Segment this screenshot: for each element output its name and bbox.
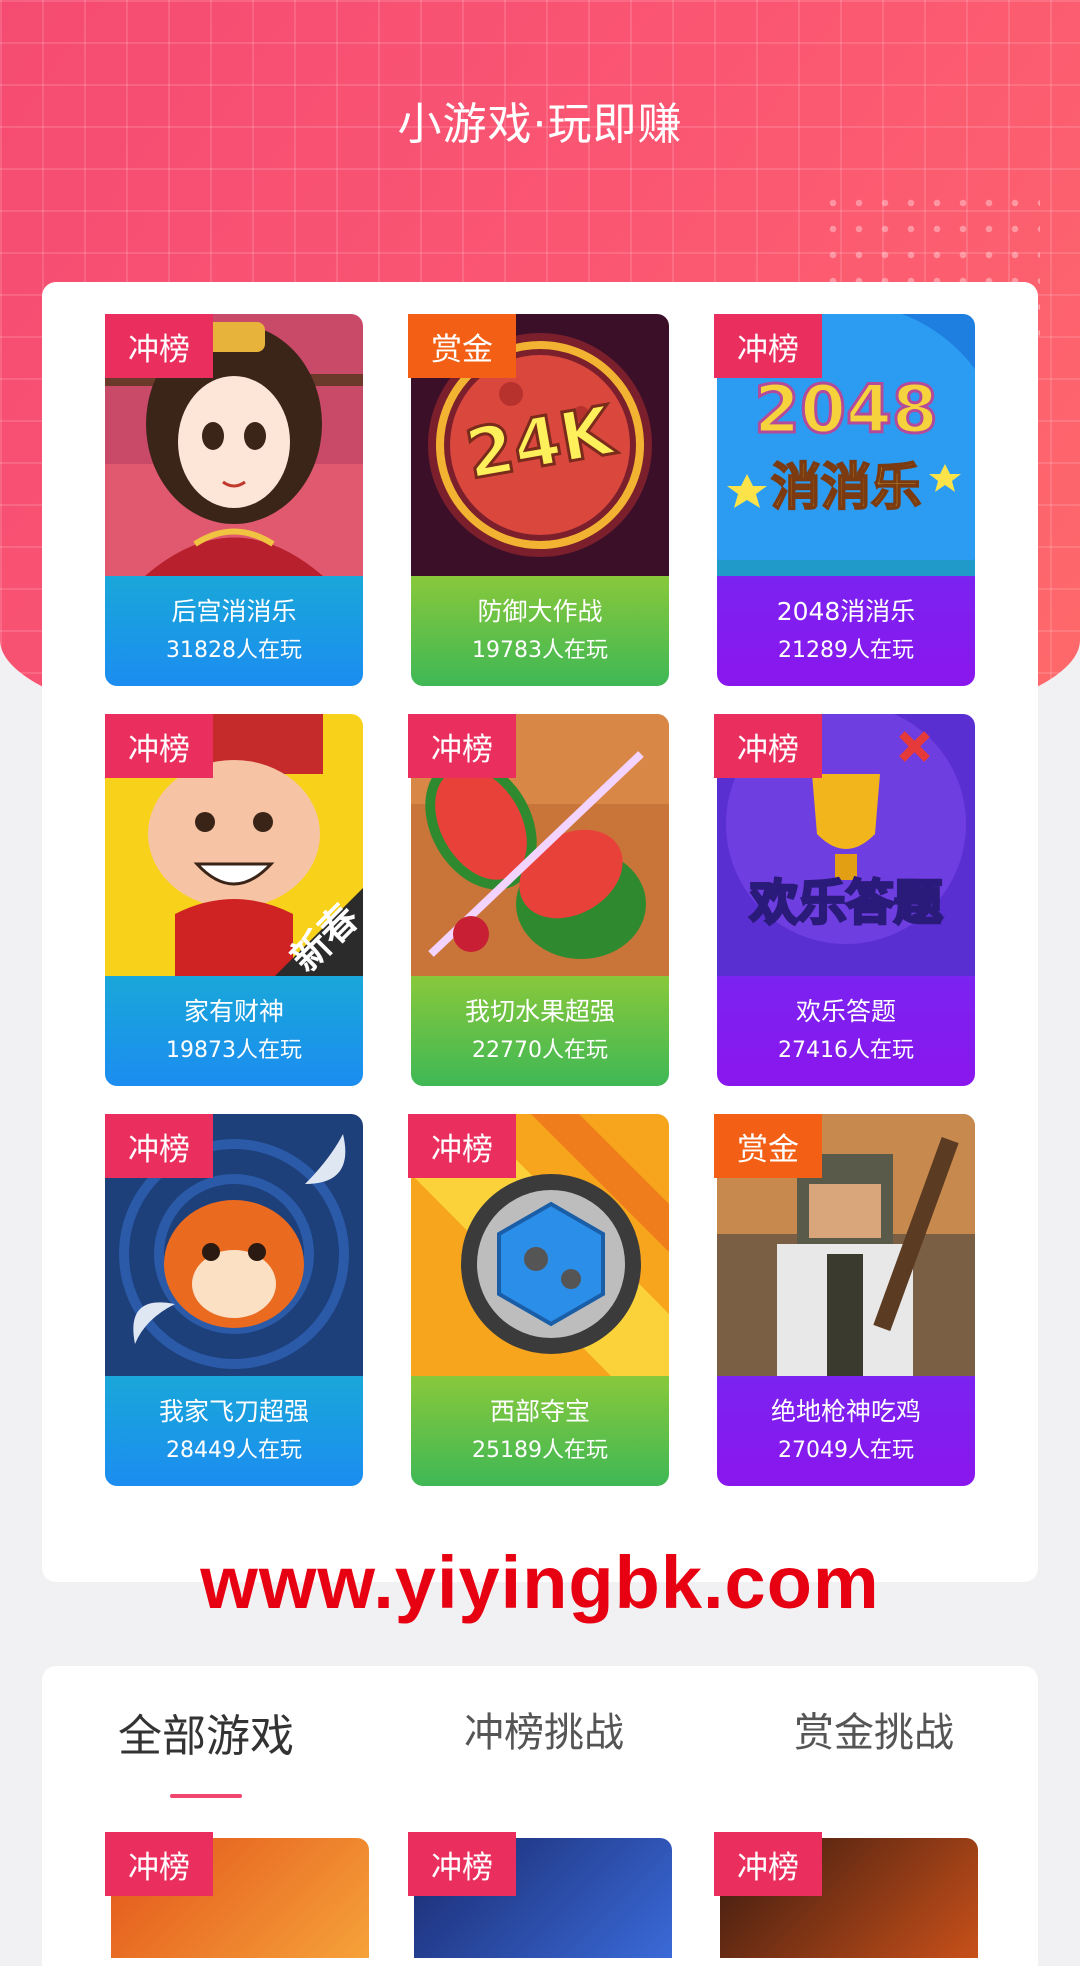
bounty-badge: 赏金 bbox=[408, 314, 516, 378]
tab-bounty-challenge[interactable]: 赏金挑战 bbox=[794, 1700, 954, 1758]
player-count: 19783人在玩 bbox=[472, 638, 608, 663]
tab-all-games[interactable]: 全部游戏 bbox=[118, 1700, 294, 1764]
game-info: 防御大作战 19783人在玩 bbox=[411, 576, 669, 686]
player-count: 22770人在玩 bbox=[472, 1038, 608, 1063]
rank-badge: 冲榜 bbox=[105, 314, 213, 378]
game-info: 绝地枪神吃鸡 27049人在玩 bbox=[717, 1376, 975, 1486]
game-name: 后宫消消乐 bbox=[171, 597, 297, 626]
player-count: 21289人在玩 bbox=[778, 638, 914, 663]
game-name: 西部夺宝 bbox=[489, 1397, 590, 1426]
player-count: 27416人在玩 bbox=[778, 1038, 914, 1063]
rank-badge: 冲榜 bbox=[714, 1832, 822, 1896]
game-info: 我切水果超强 22770人在玩 bbox=[411, 976, 669, 1086]
rank-badge: 冲榜 bbox=[105, 1114, 213, 1178]
active-tab-indicator bbox=[170, 1794, 242, 1798]
svg-text:消消乐: 消消乐 bbox=[771, 458, 921, 516]
page-title: 小游戏·玩即赚 bbox=[397, 99, 683, 150]
game-info: 后宫消消乐 31828人在玩 bbox=[105, 576, 363, 686]
game-tabs-card: 全部游戏 冲榜挑战 赏金挑战 冲榜 冲榜 冲榜 bbox=[42, 1666, 1038, 1966]
game-name: 家有财神 bbox=[183, 997, 284, 1026]
svg-text:2048: 2048 bbox=[754, 371, 938, 448]
player-count: 27049人在玩 bbox=[778, 1438, 914, 1463]
watermark: www.yiyingbk.com bbox=[200, 1541, 880, 1624]
bounty-badge: 赏金 bbox=[714, 1114, 822, 1178]
player-count: 28449人在玩 bbox=[166, 1438, 302, 1463]
rank-badge: 冲榜 bbox=[105, 714, 213, 778]
game-name: 我切水果超强 bbox=[464, 997, 615, 1026]
rank-badge: 冲榜 bbox=[408, 1114, 516, 1178]
game-name: 绝地枪神吃鸡 bbox=[770, 1397, 921, 1426]
game-name: 欢乐答题 bbox=[795, 997, 896, 1026]
player-count: 25189人在玩 bbox=[472, 1438, 608, 1463]
game-name: 防御大作战 bbox=[477, 597, 603, 626]
rank-badge: 冲榜 bbox=[408, 1832, 516, 1896]
game-info: 2048消消乐 21289人在玩 bbox=[717, 576, 975, 686]
game-info: 欢乐答题 27416人在玩 bbox=[717, 976, 975, 1086]
rank-badge: 冲榜 bbox=[105, 1832, 213, 1896]
art-text: 欢乐答题 bbox=[749, 875, 942, 931]
game-info: 西部夺宝 25189人在玩 bbox=[411, 1376, 669, 1486]
game-info: 家有财神 19873人在玩 bbox=[105, 976, 363, 1086]
rank-badge: 冲榜 bbox=[714, 714, 822, 778]
rank-badge: 冲榜 bbox=[408, 714, 516, 778]
game-info: 我家飞刀超强 28449人在玩 bbox=[105, 1376, 363, 1486]
rank-badge: 冲榜 bbox=[714, 314, 822, 378]
game-name: 我家飞刀超强 bbox=[158, 1397, 309, 1426]
tab-rank-challenge[interactable]: 冲榜挑战 bbox=[464, 1700, 624, 1758]
player-count: 31828人在玩 bbox=[166, 638, 302, 663]
featured-games-card: 后宫消消乐 31828人在玩 24K 防御大作战 19783人在玩 2048 消… bbox=[42, 282, 1038, 1582]
game-name: 2048消消乐 bbox=[776, 597, 916, 626]
player-count: 19873人在玩 bbox=[166, 1038, 302, 1063]
